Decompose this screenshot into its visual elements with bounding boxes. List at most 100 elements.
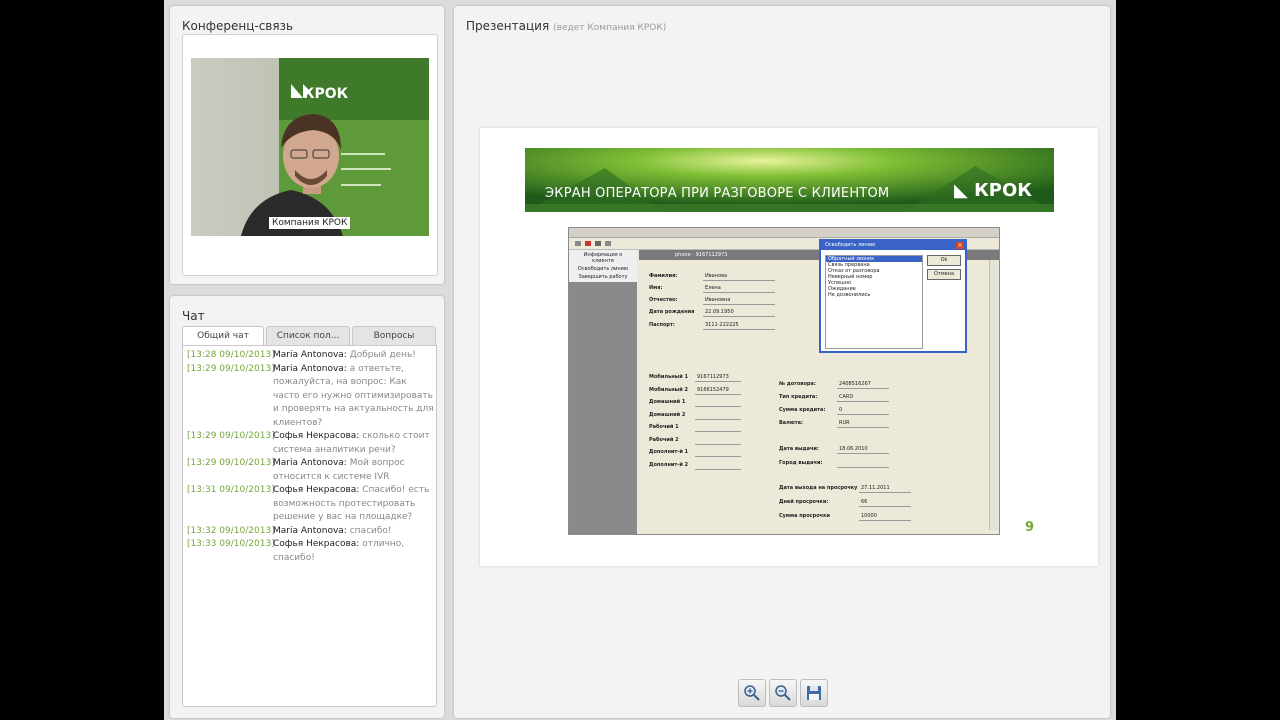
shot-field-value: 0 <box>837 406 889 415</box>
slide-page-number: 9 <box>1024 520 1034 535</box>
zoom-in-button[interactable] <box>738 679 766 707</box>
presentation-panel: Презентация (ведет Компания КРОК) ЭКРАН … <box>454 6 1110 718</box>
shot-scrollbar <box>989 260 998 530</box>
shot-menu-item: Информация о клиенте <box>583 252 623 264</box>
shot-field-value: 66 <box>859 498 911 507</box>
message-author: Софья Некрасова: <box>273 539 360 549</box>
dialog-close-icon: × <box>956 242 964 249</box>
chat-messages[interactable]: [13:28 09/10/2013] Maria Antonova: Добрый… <box>182 345 437 707</box>
save-button[interactable] <box>800 679 828 707</box>
shot-field-value <box>695 461 741 470</box>
message-author: Maria Antonova: <box>273 458 347 468</box>
shot-field-label: Сумма кредита: <box>779 407 826 413</box>
presentation-title-text: Презентация <box>466 19 550 33</box>
video-image <box>191 58 429 236</box>
slide-logo-text: КРОК <box>974 180 1032 201</box>
shot-field-label: Домашний 1 <box>649 399 686 405</box>
chat-message: [13:29 09/10/2013] Maria Antonova: а отве… <box>183 363 436 431</box>
shot-field-label: Сумма просрочки <box>779 513 830 519</box>
chat-title: Чат <box>182 309 205 323</box>
message-body: Maria Antonova: Мой вопрос относится к с… <box>273 457 434 484</box>
shot-field-label: Мобильный 1 <box>649 374 688 380</box>
shot-field-label: Дополнит-й 2 <box>649 461 689 468</box>
dialog-titlebar: Освободить линию × <box>821 241 965 250</box>
shot-field-label: Рабочий 1 <box>649 424 679 430</box>
shot-field-label: Дата выхода на просрочку <box>779 485 858 491</box>
backdrop-logo: КРОК <box>303 86 349 102</box>
video-feed[interactable]: КРОК Компания КРОК <box>191 58 429 236</box>
shot-field-value: 3111-222225 <box>703 321 775 330</box>
shot-field-label: Отчество: <box>649 297 678 303</box>
message-author: Maria Antonova: <box>273 350 347 360</box>
shot-sidebar: Информация о клиенте Освободить линию Заве… <box>569 250 637 534</box>
shot-field-label: Домашний 2 <box>649 411 686 418</box>
message-author: Maria Antonova: <box>273 525 347 536</box>
shot-field-value: 18.06.2010 <box>837 445 889 454</box>
shot-field-label: Паспорт: <box>649 322 675 328</box>
shot-field-value: RUR <box>837 419 889 428</box>
message-body: Софья Некрасова: Спасибо! есть возможнос… <box>273 484 434 525</box>
chat-message: [13:31 09/10/2013] Софья Некрасова: Спаси… <box>183 484 436 525</box>
dialog-title: Освободить линию <box>825 242 876 248</box>
zoom-in-icon <box>744 685 760 701</box>
dialog-cancel-button: Отмена <box>927 269 961 280</box>
slide-logo-mark: ◣ <box>953 180 975 201</box>
dialog-option: Не дозвонились <box>828 292 871 298</box>
shot-menu-item: Освободить линию <box>577 266 629 272</box>
video-frame: КРОК Компания КРОК <box>182 34 438 276</box>
shot-field-value <box>695 423 741 432</box>
shot-field-value <box>695 436 741 445</box>
shot-field-value: Ивановна <box>703 296 775 305</box>
message-timestamp: [13:33 09/10/2013] <box>187 539 275 549</box>
shot-field-value: 9166152479 <box>695 386 741 395</box>
shot-field-value: Иванова <box>703 272 775 281</box>
tab-questions[interactable]: Вопросы <box>352 326 436 346</box>
presenter-note: (ведет Компания КРОК) <box>553 23 667 33</box>
shot-field-value <box>695 398 741 407</box>
shot-field-value: 9167112973 <box>695 373 741 382</box>
video-label: Компания КРОК <box>269 217 351 229</box>
chat-message: [13:29 09/10/2013] Maria Antonova: Мой во… <box>183 457 436 484</box>
zoom-out-button[interactable] <box>769 679 797 707</box>
message-timestamp: [13:29 09/10/2013] <box>187 363 275 374</box>
slide-banner: ЭКРАН ОПЕРАТОРА ПРИ РАЗГОВОРЕ С КЛИЕНТОМ… <box>525 148 1054 212</box>
zoom-out-icon <box>775 685 791 701</box>
shot-menu-item: Завершить работу <box>578 274 628 280</box>
shot-field-label: Тип кредита: <box>779 394 818 400</box>
shot-field-value: 27.11.2011 <box>859 484 911 493</box>
chat-message: [13:29 09/10/2013] Софья Некрасова: сколь… <box>183 430 436 457</box>
operator-screen-image: Информация о клиенте Освободить линию Заве… <box>568 227 1000 535</box>
shot-field-label: Дополнит-й 1 <box>649 449 689 455</box>
chat-tabs: Общий чат Список пол... Вопросы <box>182 326 436 347</box>
shot-field-label: Фамилия: <box>649 273 678 279</box>
shot-field-label: Рабочий 2 <box>649 436 679 443</box>
presentation-toolbar <box>738 679 828 707</box>
release-line-dialog: Освободить линию × Обратный звонок Связь … <box>819 239 967 353</box>
message-timestamp: [13:29 09/10/2013] <box>187 458 275 468</box>
shot-field-value: 10000 <box>859 512 911 521</box>
save-icon <box>807 686 821 700</box>
shot-field-label: Дней просрочки: <box>779 499 829 505</box>
shot-field-value: 2408516267 <box>837 380 889 389</box>
conference-app: Конференц-связь КРОК Компания КРОК Чат О… <box>164 0 1116 720</box>
dialog-options: Обратный звонок Связь прервана Отказ от ра… <box>825 255 923 349</box>
shot-field-value <box>695 411 741 420</box>
message-author: Софья Некрасова: <box>273 431 360 441</box>
presentation-title: Презентация (ведет Компания КРОК) <box>466 19 666 33</box>
message-timestamp: [13:29 09/10/2013] <box>187 431 275 441</box>
shot-phone-header: phone - 9167112973 <box>675 252 728 258</box>
message-body: Софья Некрасова: сколько стоит система а… <box>273 430 434 457</box>
conference-panel: Конференц-связь КРОК Компания КРОК <box>170 6 444 284</box>
message-author: Софья Некрасова: <box>273 485 360 495</box>
shot-field-label: Дата выдачи: <box>779 446 819 452</box>
slide: ЭКРАН ОПЕРАТОРА ПРИ РАЗГОВОРЕ С КЛИЕНТОМ… <box>480 128 1098 566</box>
tab-general-chat[interactable]: Общий чат <box>182 326 264 347</box>
message-timestamp: [13:31 09/10/2013] <box>187 485 275 495</box>
shot-field-label: Город выдачи: <box>779 460 823 466</box>
message-timestamp: [13:28 09/10/2013] <box>187 350 275 360</box>
shot-field-value: Елена <box>703 284 775 293</box>
tab-participants[interactable]: Список пол... <box>266 326 350 346</box>
shot-field-value <box>695 448 741 457</box>
slide-heading: ЭКРАН ОПЕРАТОРА ПРИ РАЗГОВОРЕ С КЛИЕНТОМ <box>545 186 890 201</box>
shot-field-value: 22.09.1950 <box>703 308 775 317</box>
